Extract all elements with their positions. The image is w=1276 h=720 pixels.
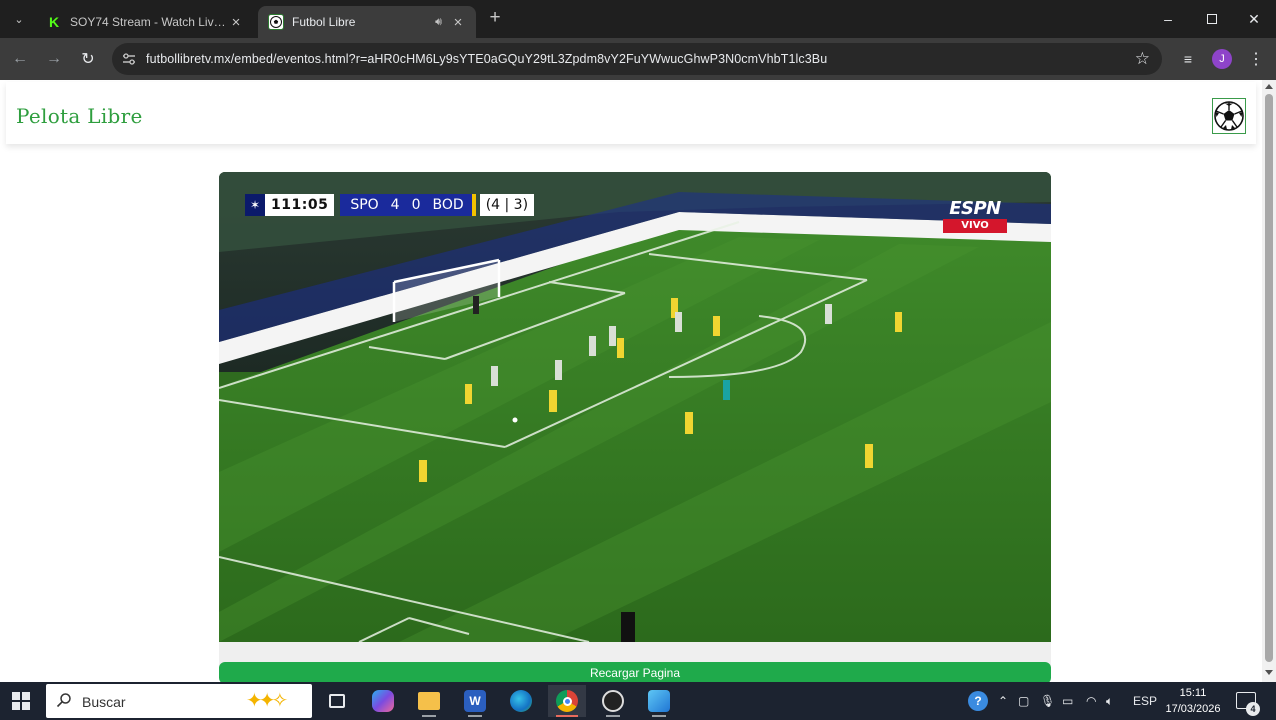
away-score: 0 (411, 197, 421, 213)
soccer-ball-icon[interactable] (1212, 98, 1246, 134)
close-window-button[interactable]: ✕ (1232, 0, 1276, 38)
word-icon: W (464, 690, 486, 712)
tab-futbol-libre[interactable]: Futbol Libre 🔊︎ × (258, 6, 476, 38)
page-scrollbar[interactable] (1262, 80, 1276, 682)
tab-search-button[interactable]: ⌄ (8, 8, 30, 30)
arrow-right-icon: → (46, 50, 62, 67)
playlist-icon: ≡ (1183, 51, 1193, 67)
home-team: SPO (350, 197, 379, 213)
sparkle-icon: ✦✦✧ (246, 690, 288, 712)
photos-button[interactable] (640, 685, 678, 717)
running-indicator (556, 715, 578, 717)
scoreboard-overlay: ✶ 111:05 SPO 4 0 BOD (4 | 3) (245, 194, 535, 216)
tab-soy74-stream[interactable]: K SOY74 Stream - Watch Live on × (36, 6, 254, 38)
bookmark-star-icon[interactable]: ☆ (1135, 49, 1150, 69)
copilot-icon (372, 690, 394, 712)
running-indicator (468, 715, 482, 717)
close-tab-icon[interactable]: × (450, 14, 466, 31)
minimize-button[interactable]: – (1146, 0, 1190, 38)
chrome-button[interactable] (548, 685, 586, 717)
task-view-button[interactable] (318, 685, 356, 717)
more-vert-icon: ⋮ (1248, 51, 1264, 68)
system-clock[interactable]: 15:11 17/03/2026 (1158, 685, 1228, 717)
edge-icon (510, 690, 532, 712)
url-text: futbollibretv.mx/embed/eventos.html?r=aH… (146, 52, 828, 66)
tab-title: Futbol Libre (292, 15, 356, 29)
windows-start-icon[interactable] (12, 692, 30, 710)
running-indicator (422, 715, 436, 717)
obs-icon (602, 690, 624, 712)
battery-icon[interactable]: ▭ (1062, 682, 1073, 720)
video-player[interactable]: ✶ 111:05 SPO 4 0 BOD (4 | 3) ESPN VIVO (219, 172, 1051, 642)
help-icon[interactable]: ? (968, 682, 988, 720)
speaker-icon[interactable]: 🔊︎ (435, 16, 442, 29)
running-indicator (606, 715, 620, 717)
live-badge: VIVO (943, 219, 1007, 233)
language-indicator[interactable]: ESP (1133, 682, 1157, 720)
media-control-button[interactable]: ≡ (1176, 47, 1200, 71)
search-icon (56, 693, 71, 708)
folder-icon (418, 692, 440, 710)
reload-icon: ↻ (81, 51, 95, 68)
browser-menu-button[interactable]: ⋮ (1244, 47, 1268, 71)
photos-icon (648, 690, 670, 712)
forward-button[interactable]: → (42, 47, 66, 71)
aggregate-score: (4 | 3) (479, 194, 535, 216)
address-bar[interactable]: futbollibretv.mx/embed/eventos.html?r=aH… (112, 43, 1162, 75)
wifi-icon[interactable]: ◠ (1086, 682, 1096, 720)
espn-logo: ESPN (949, 198, 1001, 219)
device-icon[interactable]: ▢ (1018, 682, 1029, 720)
clock-date: 17/03/2026 (1165, 703, 1221, 715)
scroll-thumb[interactable] (1265, 94, 1273, 662)
soccer-ball-icon (268, 14, 284, 30)
reload-button[interactable]: ↻ (76, 47, 100, 71)
scroll-up-arrow-icon[interactable] (1265, 84, 1273, 89)
kick-icon: K (48, 14, 60, 30)
web-page: Pelota Libre ✶ 111:05 SPO 4 0 BOD (4 | 3… (0, 80, 1262, 682)
broadcaster-logo: ESPN VIVO (943, 200, 1007, 233)
site-title[interactable]: Pelota Libre (16, 104, 143, 128)
volume-icon[interactable]: 🔈︎ (1106, 682, 1113, 720)
chevron-down-icon: ⌄ (14, 13, 24, 26)
notification-count-badge: 4 (1246, 702, 1260, 716)
word-button[interactable]: W (456, 685, 494, 717)
copilot-button[interactable] (364, 685, 402, 717)
arrow-left-icon: ← (12, 50, 28, 67)
file-explorer-button[interactable] (410, 685, 448, 717)
search-placeholder: Buscar (82, 694, 126, 710)
show-hidden-icons-icon[interactable]: ⌃ (998, 682, 1008, 720)
reload-page-button[interactable]: Recargar Pagina (219, 662, 1051, 682)
match-video-frame (219, 172, 1051, 642)
back-button[interactable]: ← (8, 47, 32, 71)
home-score: 4 (390, 197, 400, 213)
tab-title: SOY74 Stream - Watch Live on (70, 15, 228, 29)
team-color-stripe (471, 194, 476, 216)
edge-button[interactable] (502, 685, 540, 717)
site-info-icon[interactable] (121, 51, 137, 67)
match-clock: 111:05 (265, 194, 335, 216)
restore-button[interactable] (1190, 0, 1234, 38)
score-line: SPO 4 0 BOD (340, 194, 472, 216)
chrome-icon (556, 690, 578, 712)
restore-icon (1207, 14, 1217, 24)
scroll-down-arrow-icon[interactable] (1265, 670, 1273, 675)
site-header: Pelota Libre (6, 82, 1256, 144)
screen: ⌄ K SOY74 Stream - Watch Live on × Futbo… (0, 0, 1276, 720)
windows-taskbar: Buscar ✦✦✧ W ? ⌃ ▢ 🎙︎ ▭ ◠ 🔈︎ ESP 15:11 1… (0, 682, 1276, 720)
player-container: ✶ 111:05 SPO 4 0 BOD (4 | 3) ESPN VIVO R… (219, 172, 1051, 682)
browser-tab-strip: ⌄ K SOY74 Stream - Watch Live on × Futbo… (0, 0, 1276, 38)
champions-league-icon: ✶ (245, 194, 265, 216)
running-indicator (652, 715, 666, 717)
close-tab-icon[interactable]: × (228, 14, 244, 31)
browser-toolbar: ← → ↻ futbollibretv.mx/embed/eventos.htm… (0, 38, 1276, 80)
away-team: BOD (432, 197, 464, 213)
profile-avatar[interactable]: J (1212, 49, 1232, 69)
microphone-icon[interactable]: 🎙︎ (1040, 682, 1055, 720)
obs-button[interactable] (594, 685, 632, 717)
taskbar-search[interactable]: Buscar ✦✦✧ (46, 684, 312, 718)
clock-time: 15:11 (1179, 687, 1207, 699)
task-view-icon (329, 694, 345, 708)
new-tab-button[interactable]: + (484, 8, 506, 30)
